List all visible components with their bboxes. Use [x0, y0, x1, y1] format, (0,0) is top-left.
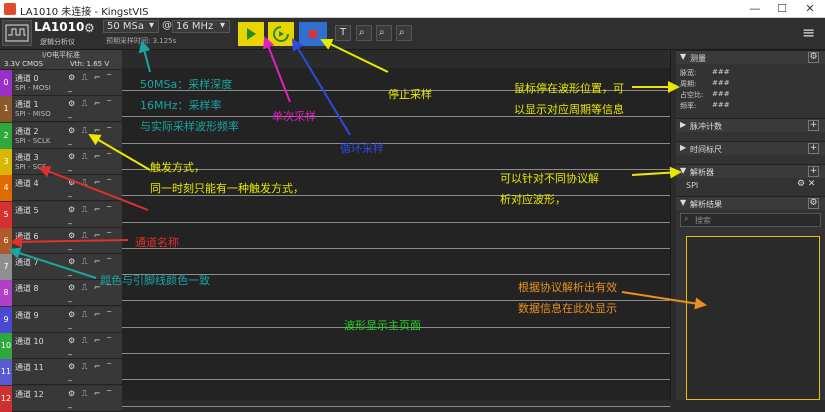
annotation-channel-name: 通道名称 [135, 236, 179, 249]
annotation-cursor-1: 鼠标停在波形位置，可 [514, 82, 624, 95]
annotation-arrows [8, 36, 707, 310]
annotation-depth: 50MSa：采样深度 [140, 78, 233, 91]
annotation-cursor-2: 以显示对应周期等信息 [514, 103, 624, 116]
annotation-loop: 循环采样 [340, 142, 384, 155]
annotation-single: 单次采样 [272, 110, 316, 123]
annotation-data-1: 根据协议解析出有效 [518, 281, 617, 294]
annotation-trigger-2: 同一时刻只能有一种触发方式， [150, 182, 304, 195]
annotation-proto-1: 可以针对不同协议解 [500, 172, 599, 185]
annotation-stop: 停止采样 [388, 88, 432, 101]
waveform-line [122, 405, 670, 407]
annotation-data-2: 数据信息在此处显示 [518, 302, 617, 315]
annotation-trigger-1: 触发方式， [150, 161, 205, 174]
annotation-color: 颜色与引脚线颜色一致 [100, 274, 210, 287]
annotation-main-page: 波形显示主页面 [344, 319, 421, 332]
annotation-proto-2: 析对应波形， [500, 193, 566, 206]
annotation-time: 与实际采样波形频率 [140, 120, 239, 133]
annotation-rate: 16MHz：采样率 [140, 99, 222, 112]
